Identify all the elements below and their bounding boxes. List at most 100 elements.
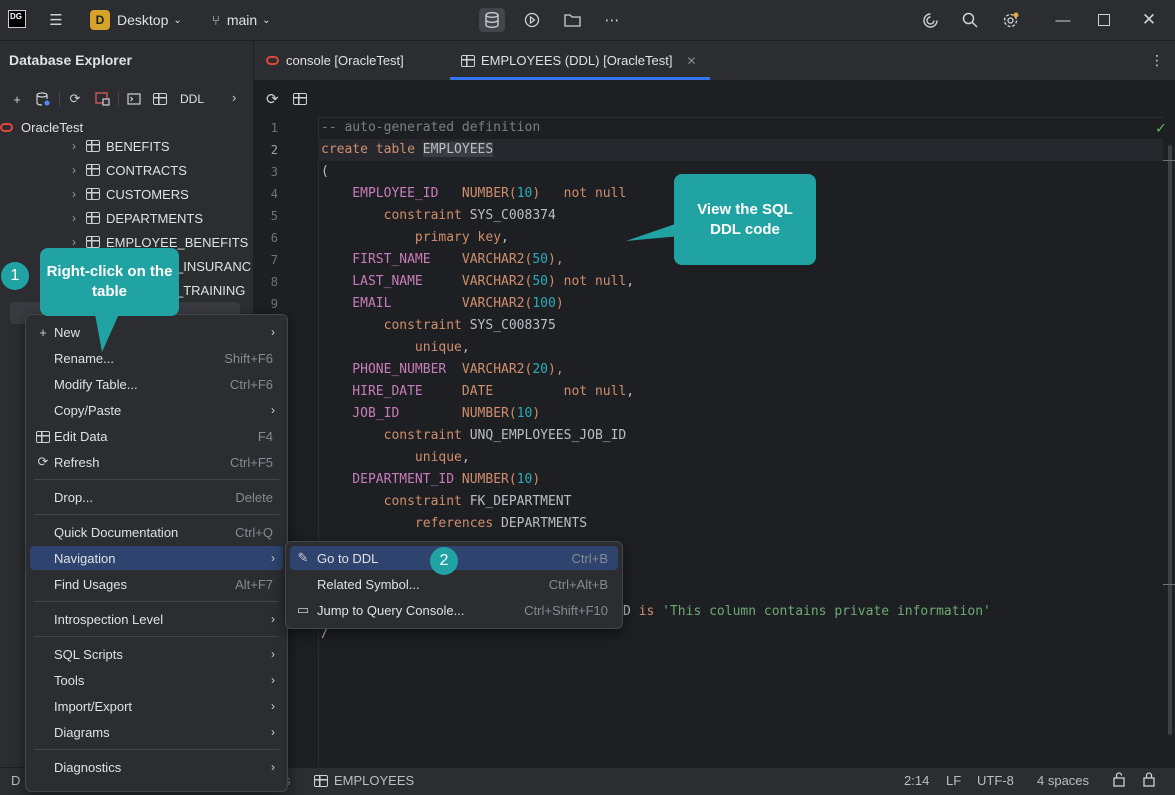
chevron-right-icon: › bbox=[72, 187, 76, 201]
ddl-label[interactable]: DDL bbox=[180, 92, 204, 106]
folder-icon[interactable] bbox=[559, 8, 585, 32]
more-tabs-icon[interactable]: ⋮ bbox=[1150, 52, 1164, 69]
tab-employees-ddl[interactable]: EMPLOYEES (DDL) [OracleTest] ✕ bbox=[461, 41, 697, 80]
table-icon[interactable] bbox=[293, 93, 313, 105]
search-icon[interactable] bbox=[957, 8, 983, 32]
menu-item-tools[interactable]: Tools › bbox=[30, 668, 283, 692]
tree-node-table[interactable]: › CUSTOMERS bbox=[66, 182, 189, 206]
menu-item-sql-scripts[interactable]: SQL Scripts › bbox=[30, 642, 283, 666]
code-line[interactable]: HIRE_DATE DATE not null, bbox=[321, 381, 634, 403]
tree-node-table[interactable]: _TRAINING bbox=[176, 278, 245, 302]
code-identifier: SYS_C008375 bbox=[469, 318, 556, 333]
code-column: LAST_NAME bbox=[321, 274, 462, 289]
ai-assistant-icon[interactable] bbox=[917, 8, 943, 32]
settings-icon[interactable] bbox=[997, 8, 1023, 32]
refresh-icon[interactable]: ⟳ bbox=[266, 90, 279, 108]
refresh-icon[interactable]: ⟳ bbox=[65, 90, 85, 108]
oracle-icon bbox=[266, 56, 279, 65]
table-icon[interactable] bbox=[150, 90, 170, 108]
menu-item-drop[interactable]: Drop... Delete bbox=[30, 485, 283, 509]
code-column: JOB_ID bbox=[321, 406, 462, 421]
menu-item-modify-table[interactable]: Modify Table... Ctrl+F6 bbox=[30, 372, 283, 396]
code-line[interactable]: D is 'This column contains private infor… bbox=[623, 601, 991, 623]
code-line[interactable]: unique, bbox=[321, 337, 470, 359]
chevron-right-icon: › bbox=[271, 699, 275, 713]
read-only-icon[interactable] bbox=[1142, 772, 1156, 790]
add-icon[interactable]: + bbox=[7, 90, 27, 108]
menu-item-quick-documentation[interactable]: Quick Documentation Ctrl+Q bbox=[30, 520, 283, 544]
minimize-icon[interactable]: — bbox=[1050, 8, 1076, 32]
database-icon[interactable] bbox=[479, 8, 505, 32]
menu-item-copy-paste[interactable]: Copy/Paste › bbox=[30, 398, 283, 422]
lock-icon[interactable] bbox=[1112, 772, 1126, 790]
menu-item-jump-to-query-console[interactable]: ▭ Jump to Query Console... Ctrl+Shift+F10 bbox=[290, 598, 618, 622]
code-line[interactable]: constraint FK_DEPARTMENT bbox=[321, 491, 572, 513]
menu-item-new[interactable]: + New › bbox=[30, 320, 283, 344]
code-keyword: create table bbox=[321, 142, 423, 157]
code-line[interactable]: DEPARTMENT_ID NUMBER(10) bbox=[321, 469, 540, 491]
code-line[interactable]: -- auto-generated definition bbox=[321, 117, 540, 139]
menu-item-rename[interactable]: Rename... Shift+F6 bbox=[30, 346, 283, 370]
code-line[interactable]: unique, bbox=[321, 447, 470, 469]
indent-setting[interactable]: 4 spaces bbox=[1037, 773, 1089, 788]
chevron-right-icon[interactable]: › bbox=[232, 90, 236, 105]
run-icon[interactable] bbox=[519, 8, 545, 32]
code-line[interactable]: LAST_NAME VARCHAR2(50) not null, bbox=[321, 271, 634, 293]
code-line[interactable]: create table EMPLOYEES bbox=[321, 139, 494, 161]
project-selector[interactable]: D Desktop ⌄ bbox=[90, 0, 182, 40]
disconnect-icon[interactable] bbox=[92, 90, 112, 108]
code-line[interactable]: constraint SYS_C008375 bbox=[321, 315, 556, 337]
code-keyword: constraint bbox=[321, 208, 470, 223]
code-type: NUMBER( bbox=[461, 406, 517, 421]
menu-item-navigation[interactable]: Navigation › bbox=[30, 546, 283, 570]
main-menu-icon[interactable]: ☰ bbox=[43, 8, 69, 32]
code-line[interactable]: primary key, bbox=[321, 227, 509, 249]
tree-node-table[interactable]: › CONTRACTS bbox=[66, 158, 187, 182]
code-line[interactable]: references DEPARTMENTS bbox=[321, 513, 587, 535]
menu-item-import-export[interactable]: Import/Export › bbox=[30, 694, 283, 718]
menu-item-diagnostics[interactable]: Diagnostics › bbox=[30, 755, 283, 779]
more-icon[interactable]: ⋯ bbox=[599, 8, 625, 32]
code-line[interactable]: constraint SYS_C008374 bbox=[321, 205, 556, 227]
code-identifier: SYS_C008374 bbox=[469, 208, 556, 223]
tab-console[interactable]: console [OracleTest] bbox=[266, 41, 404, 80]
code-keyword: references bbox=[414, 516, 502, 531]
tree-node-table[interactable]: › BENEFITS bbox=[66, 134, 170, 158]
code-keyword: not null bbox=[563, 274, 627, 289]
panel-title: Database Explorer bbox=[9, 52, 132, 68]
console-icon[interactable] bbox=[124, 90, 144, 108]
line-number: 2 bbox=[270, 143, 278, 157]
tree-node-table[interactable]: › DEPARTMENTS bbox=[66, 206, 203, 230]
file-encoding[interactable]: UTF-8 bbox=[977, 773, 1014, 788]
close-icon[interactable]: ✕ bbox=[686, 54, 696, 68]
menu-item-diagrams[interactable]: Diagrams › bbox=[30, 720, 283, 744]
branch-selector[interactable]: ⑂ main ⌄ bbox=[212, 0, 271, 40]
app-logo-icon[interactable]: DG bbox=[8, 10, 26, 28]
close-icon[interactable]: ✕ bbox=[1136, 8, 1162, 32]
menu-item-related-symbol[interactable]: Related Symbol... Ctrl+Alt+B bbox=[290, 572, 618, 596]
chevron-right-icon: › bbox=[271, 647, 275, 661]
menu-item-refresh[interactable]: ⟳ Refresh Ctrl+F5 bbox=[30, 450, 283, 474]
maximize-icon[interactable] bbox=[1091, 8, 1117, 32]
code-line[interactable]: ( bbox=[321, 161, 329, 183]
step-1-callout: Right-click on the table bbox=[40, 248, 179, 316]
menu-item-edit-data[interactable]: Edit Data F4 bbox=[30, 424, 283, 448]
code-line[interactable]: JOB_ID NUMBER(10) bbox=[321, 403, 540, 425]
code-line[interactable]: EMPLOYEE_ID NUMBER(10) not null bbox=[321, 183, 626, 205]
datasource-properties-icon[interactable] bbox=[33, 90, 53, 108]
checkmark-icon: ✓ bbox=[1155, 120, 1167, 136]
code-line[interactable]: EMAIL VARCHAR2(100) bbox=[321, 293, 563, 315]
code-line[interactable]: constraint UNQ_EMPLOYEES_JOB_ID bbox=[321, 425, 627, 447]
breadcrumb[interactable]: EMPLOYEES bbox=[314, 773, 414, 788]
menu-item-introspection-level[interactable]: Introspection Level › bbox=[30, 607, 283, 631]
table-icon bbox=[35, 429, 51, 444]
code-line[interactable]: FIRST_NAME VARCHAR2(50), bbox=[321, 249, 563, 271]
tree-node-table[interactable]: _INSURANC bbox=[176, 254, 251, 278]
scrollbar-thumb[interactable] bbox=[1168, 145, 1172, 735]
caret-position[interactable]: 2:14 bbox=[904, 773, 929, 788]
code-column: DEPARTMENT_ID bbox=[321, 472, 462, 487]
code-line[interactable]: PHONE_NUMBER VARCHAR2(20), bbox=[321, 359, 563, 381]
breadcrumb-label: EMPLOYEES bbox=[334, 773, 415, 788]
menu-item-find-usages[interactable]: Find Usages Alt+F7 bbox=[30, 572, 283, 596]
line-ending[interactable]: LF bbox=[946, 773, 961, 788]
